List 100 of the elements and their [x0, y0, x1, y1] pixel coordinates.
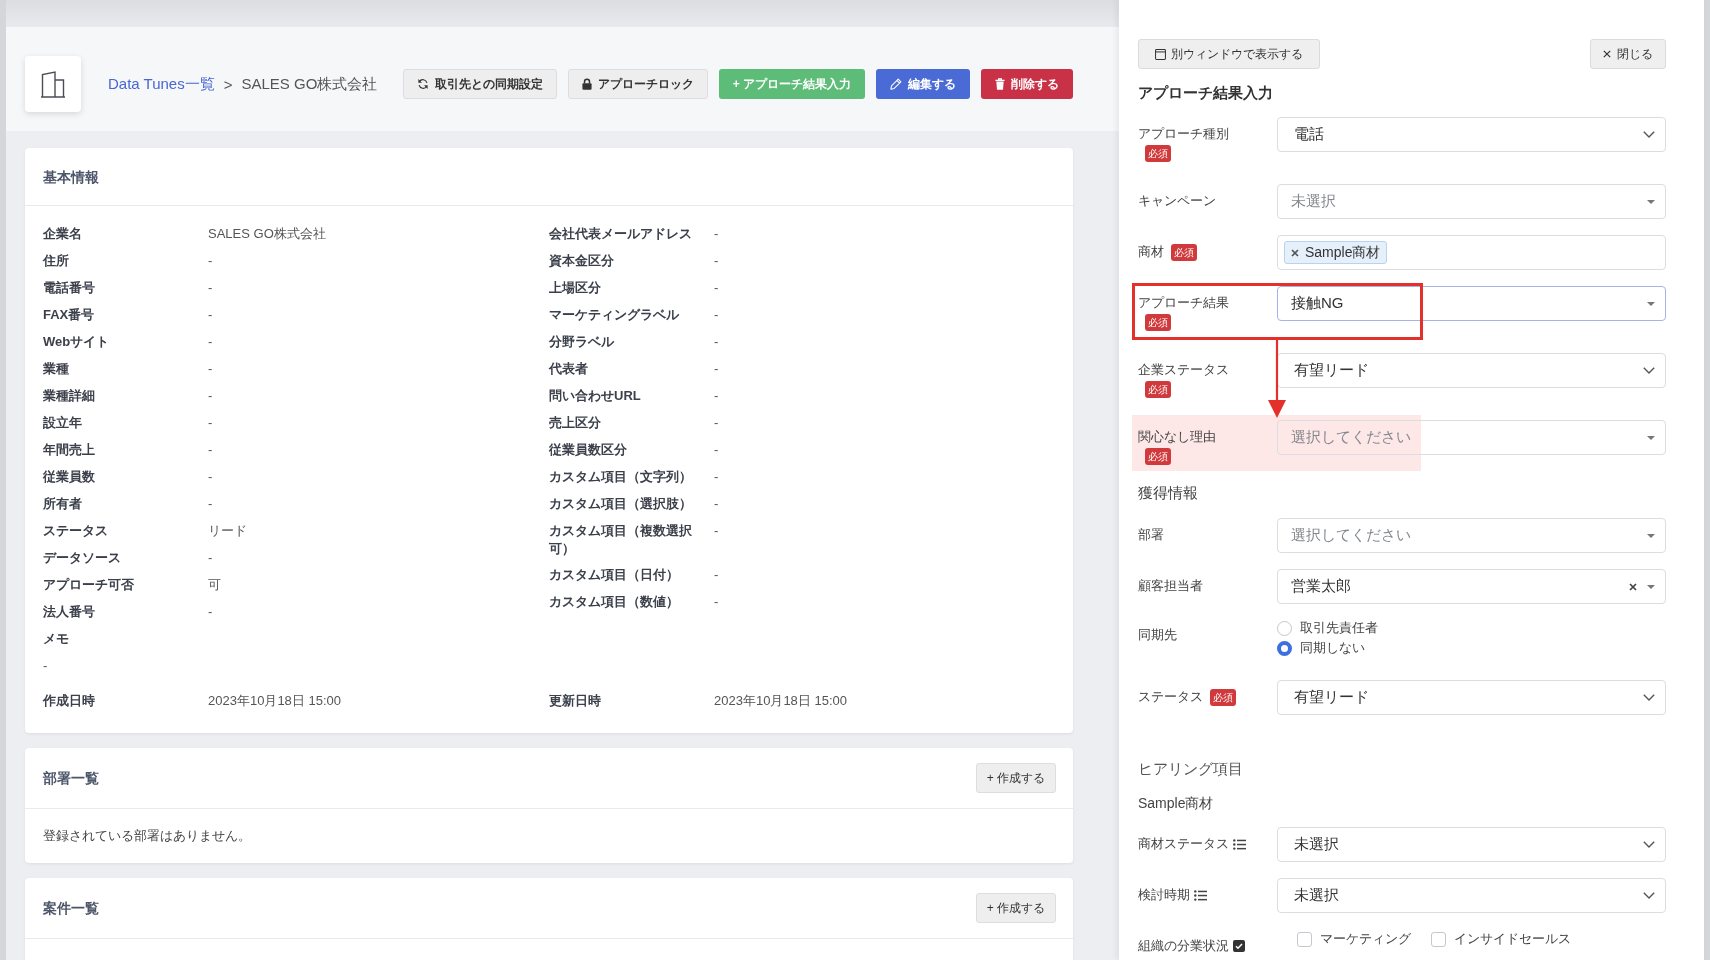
select-field[interactable]: 有望リード — [1277, 353, 1666, 388]
field-value: - — [208, 603, 213, 621]
field-label: アプローチ種別 — [1138, 125, 1229, 143]
field-label: 従業員数 — [43, 468, 96, 486]
field-label: 関心なし理由 — [1138, 428, 1216, 446]
field-label: 業種 — [43, 360, 70, 378]
field-label: 住所 — [43, 252, 70, 270]
field-value: - — [208, 414, 213, 432]
field-label: 会社代表メールアドレス — [549, 225, 693, 243]
field-value: リード — [208, 522, 247, 540]
radio-button[interactable] — [1277, 620, 1292, 636]
breadcrumb-link[interactable]: Data Tunes一覧 — [108, 74, 215, 94]
field-value: 2023年10月18日 15:00 — [714, 692, 847, 710]
field-value: - — [208, 441, 213, 459]
field-value: - — [714, 279, 719, 297]
field-label: 業種詳細 — [43, 387, 96, 405]
field-label: 分野ラベル — [549, 333, 615, 351]
delete-button[interactable]: 削除する — [981, 69, 1073, 99]
field-value: - — [208, 279, 213, 297]
field-value: - — [714, 333, 719, 351]
close-icon — [1603, 50, 1611, 58]
field-label: 問い合わせURL — [549, 387, 642, 405]
field-label: 上場区分 — [549, 279, 602, 297]
field-value: - — [208, 306, 213, 324]
field-label: 検討時期 — [1138, 886, 1190, 904]
field-label: 企業名 — [43, 225, 83, 243]
panel-title: アプローチ結果入力 — [1138, 83, 1273, 103]
pencil-icon — [890, 78, 902, 90]
lock-button[interactable]: アプローチロック — [567, 69, 708, 99]
field-value: - — [714, 593, 719, 611]
create-button[interactable]: + 作成する — [975, 893, 1056, 923]
select-field[interactable]: 電話 — [1277, 117, 1666, 152]
dropdown-field[interactable]: 営業太郎 — [1277, 569, 1666, 604]
dropdown-field[interactable]: 未選択 — [1277, 184, 1666, 219]
refresh-icon — [416, 78, 429, 90]
checkbox-option[interactable]: マーケティング — [1297, 929, 1411, 949]
field-label: カスタム項目（日付） — [549, 566, 680, 584]
field-label: 商材ステータス — [1138, 835, 1229, 853]
required-badge: 必須 — [1145, 314, 1171, 331]
field-label: 所有者 — [43, 495, 83, 513]
field-label: メモ — [43, 630, 70, 648]
field-value: - — [208, 387, 213, 405]
subsection-heading: Sample商材 — [1138, 794, 1214, 813]
section-heading: ヒアリング項目 — [1138, 759, 1243, 779]
tag-field[interactable]: Sample商材 — [1277, 235, 1666, 270]
lock-icon — [581, 78, 592, 90]
required-badge: 必須 — [1145, 381, 1171, 398]
card-title: 案件一覧 — [43, 899, 99, 918]
window-icon — [1155, 48, 1166, 60]
field-value: - — [714, 522, 719, 540]
dropdown-field[interactable]: 選択してください — [1277, 518, 1666, 553]
field-label: 部署 — [1138, 526, 1164, 544]
field-label: 企業ステータス — [1138, 361, 1229, 379]
trash-icon — [995, 78, 1005, 90]
field-value: - — [43, 657, 48, 675]
field-label: 作成日時 — [43, 692, 96, 710]
checkbox-option[interactable]: インサイドセールス — [1431, 929, 1571, 949]
caret-down-icon — [1647, 533, 1655, 538]
open-window-button[interactable]: 別ウィンドウで表示する — [1138, 39, 1320, 69]
field-value: - — [714, 468, 719, 486]
select-field[interactable]: 未選択 — [1277, 827, 1666, 862]
close-button[interactable]: 閉じる — [1590, 39, 1666, 69]
tag-chip[interactable]: Sample商材 — [1284, 241, 1388, 264]
dropdown-field[interactable]: 接触NG — [1277, 286, 1666, 321]
card-title: 基本情報 — [43, 167, 99, 187]
caret-down-icon — [1647, 199, 1655, 204]
radio-option[interactable]: 同期しない — [1277, 638, 1365, 658]
field-label: 売上区分 — [549, 414, 602, 432]
chevron-down-icon — [1643, 841, 1655, 848]
radio-option[interactable]: 取引先責任者 — [1277, 618, 1378, 638]
create-button[interactable]: + 作成する — [975, 763, 1056, 793]
field-label: データソース — [43, 549, 122, 567]
field-label: アプローチ結果 — [1138, 294, 1229, 312]
radio-button[interactable] — [1277, 640, 1292, 656]
chevron-down-icon — [1643, 892, 1655, 899]
chevron-down-icon — [1643, 131, 1655, 138]
select-field[interactable]: 有望リード — [1277, 680, 1666, 715]
checkbox[interactable] — [1297, 931, 1312, 947]
field-label: アプローチ可否 — [43, 576, 135, 594]
select-field[interactable]: 未選択 — [1277, 878, 1666, 913]
chevron-down-icon — [1643, 694, 1655, 701]
empty-message: 登録されている部署はありません。 — [43, 828, 251, 843]
field-value: - — [208, 360, 213, 378]
sync-button[interactable]: 取引先との同期設定 — [402, 69, 557, 99]
building-icon — [25, 56, 81, 112]
edit-button[interactable]: 編集する — [876, 69, 970, 99]
section-heading: 獲得情報 — [1138, 483, 1198, 503]
field-label: カスタム項目（文字列） — [549, 468, 693, 486]
breadcrumb-separator: > — [223, 75, 233, 93]
required-badge: 必須 — [1171, 243, 1197, 261]
field-label: 組織の分業状況 — [1138, 937, 1229, 955]
field-value: - — [714, 495, 719, 513]
field-value: - — [208, 333, 213, 351]
field-label: ステータス — [1138, 688, 1203, 706]
field-value: - — [714, 360, 719, 378]
field-label: 電話番号 — [43, 279, 96, 297]
field-value: - — [208, 468, 213, 486]
field-value: - — [714, 306, 719, 324]
checkbox[interactable] — [1431, 931, 1446, 947]
field-label: 顧客担当者 — [1138, 577, 1203, 595]
